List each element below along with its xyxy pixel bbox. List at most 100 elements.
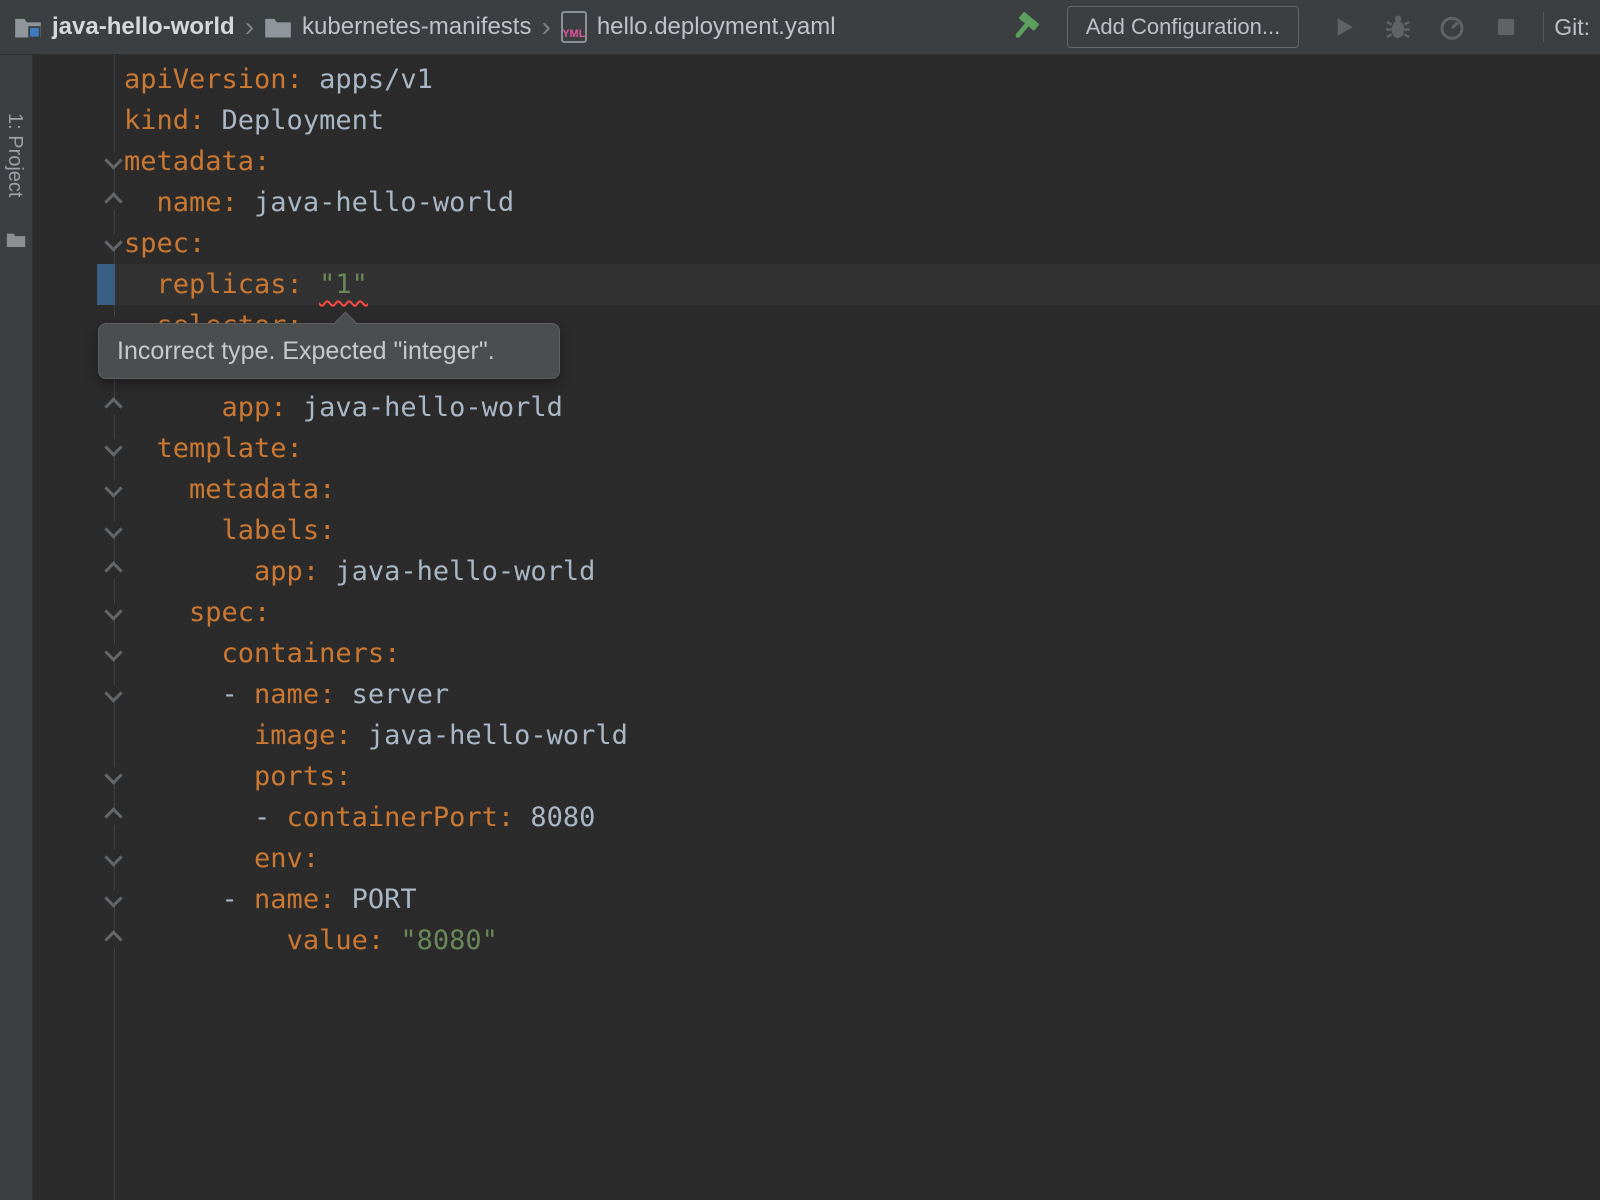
code-token: ports: [254,761,352,792]
code-line[interactable]: app: java-hello-world [33,551,1600,592]
fold-end-marker-icon[interactable] [104,397,122,415]
chevron-right-icon: › [245,13,254,41]
error-highlighted-value: "1" [319,269,368,300]
fold-start-marker-icon[interactable] [104,889,122,907]
code-line[interactable]: apiVersion: apps/v1 [33,59,1600,100]
breadcrumb-project[interactable]: java-hello-world [14,13,235,41]
code-text: containers: [124,638,400,669]
breadcrumb-folder[interactable]: kubernetes-manifests [264,13,531,41]
breadcrumb-file-label: hello.deployment.yaml [597,13,836,41]
code-token: image: [254,720,352,751]
debug-button[interactable] [1375,8,1421,46]
code-line[interactable]: - name: PORT [33,879,1600,920]
run-button[interactable] [1321,8,1367,46]
code-token: - [124,884,254,915]
code-token: apps/v1 [303,64,433,95]
profiler-button[interactable] [1429,8,1475,46]
code-text: env: [124,843,319,874]
project-tool-window-icon[interactable] [6,231,26,248]
code-token: PORT [335,884,416,915]
code-text: spec: [124,228,205,259]
code-line[interactable]: name: java-hello-world [33,182,1600,223]
editor[interactable]: apiVersion: apps/v1 kind: Deployment metad… [33,55,1600,1200]
code-text: image: java-hello-world [124,720,628,751]
code-line[interactable]: spec: [33,592,1600,633]
code-token [384,925,400,956]
fold-start-marker-icon[interactable] [104,602,122,620]
code-token [124,597,189,628]
code-token: java-hello-world [287,392,563,423]
fold-start-marker-icon[interactable] [104,643,122,661]
fold-start-marker-icon[interactable] [104,684,122,702]
fold-end-marker-icon[interactable] [104,807,122,825]
navigation-bar: java-hello-world › kubernetes-manifests … [0,0,1600,55]
code-token: server [335,679,449,710]
code-line[interactable]: app: java-hello-world [33,387,1600,428]
code-text: value: "8080" [124,925,498,956]
toolbar-divider [1543,12,1544,42]
fold-end-marker-icon[interactable] [104,930,122,948]
code-token: replicas: [157,269,303,300]
code-text: metadata: [124,146,270,177]
code-line[interactable]: image: java-hello-world [33,715,1600,756]
code-token [124,638,222,669]
fold-start-marker-icon[interactable] [104,479,122,497]
fold-end-marker-icon[interactable] [104,192,122,210]
code-line[interactable]: ports: [33,756,1600,797]
code-text: - name: PORT [124,884,417,915]
breadcrumb-file[interactable]: YML hello.deployment.yaml [561,11,836,43]
code-line[interactable]: env: [33,838,1600,879]
code-text: template: [124,433,303,464]
stop-icon [1491,12,1521,42]
fold-start-marker-icon[interactable] [104,233,122,251]
code-token [124,433,157,464]
hammer-icon [1009,11,1041,43]
code-token: apiVersion: [124,64,303,95]
code-line[interactable]: value: "8080" [33,920,1600,961]
main-area: 1: Project apiVersion: apps/v1 kind: Depl… [0,55,1600,1200]
fold-start-marker-icon[interactable] [104,438,122,456]
code-line-current[interactable]: replicas: "1" [33,264,1600,305]
git-branch-widget[interactable]: Git: [1554,14,1594,41]
code-text: app: java-hello-world [124,392,563,423]
fold-start-marker-icon[interactable] [104,848,122,866]
code-token: - [124,802,287,833]
code-token [303,269,319,300]
code-text: apiVersion: apps/v1 [124,64,433,95]
code-token: containerPort: [287,802,515,833]
code-token: - [124,679,254,710]
run-icon [1329,12,1359,42]
tool-window-button-project[interactable]: 1: Project [3,113,26,197]
fold-start-marker-icon[interactable] [104,151,122,169]
code-token [124,925,287,956]
code-token: template: [157,433,303,464]
code-token [124,843,254,874]
code-text: spec: [124,597,270,628]
code-token: containers: [222,638,401,669]
code-line[interactable]: containers: [33,633,1600,674]
code-text: ports: [124,761,352,792]
build-project-button[interactable] [1001,7,1049,47]
code-line[interactable]: kind: Deployment [33,100,1600,141]
code-token: name: [254,679,335,710]
code-token: metadata: [189,474,335,505]
code-line[interactable]: - containerPort: 8080 [33,797,1600,838]
code-line[interactable]: - name: server [33,674,1600,715]
fold-start-marker-icon[interactable] [104,520,122,538]
code-token: metadata: [124,146,270,177]
code-line[interactable]: metadata: [33,141,1600,182]
add-configuration-button[interactable]: Add Configuration... [1067,6,1299,48]
fold-end-marker-icon[interactable] [104,561,122,579]
fold-start-marker-icon[interactable] [104,766,122,784]
code-token [124,515,222,546]
code-token: spec: [189,597,270,628]
code-line[interactable]: template: [33,428,1600,469]
code-text: - containerPort: 8080 [124,802,595,833]
profiler-gauge-icon [1437,12,1467,42]
code-token: env: [254,843,319,874]
code-line[interactable]: labels: [33,510,1600,551]
code-line[interactable]: spec: [33,223,1600,264]
code-line[interactable]: metadata: [33,469,1600,510]
code-token: spec: [124,228,205,259]
stop-button[interactable] [1483,8,1529,46]
